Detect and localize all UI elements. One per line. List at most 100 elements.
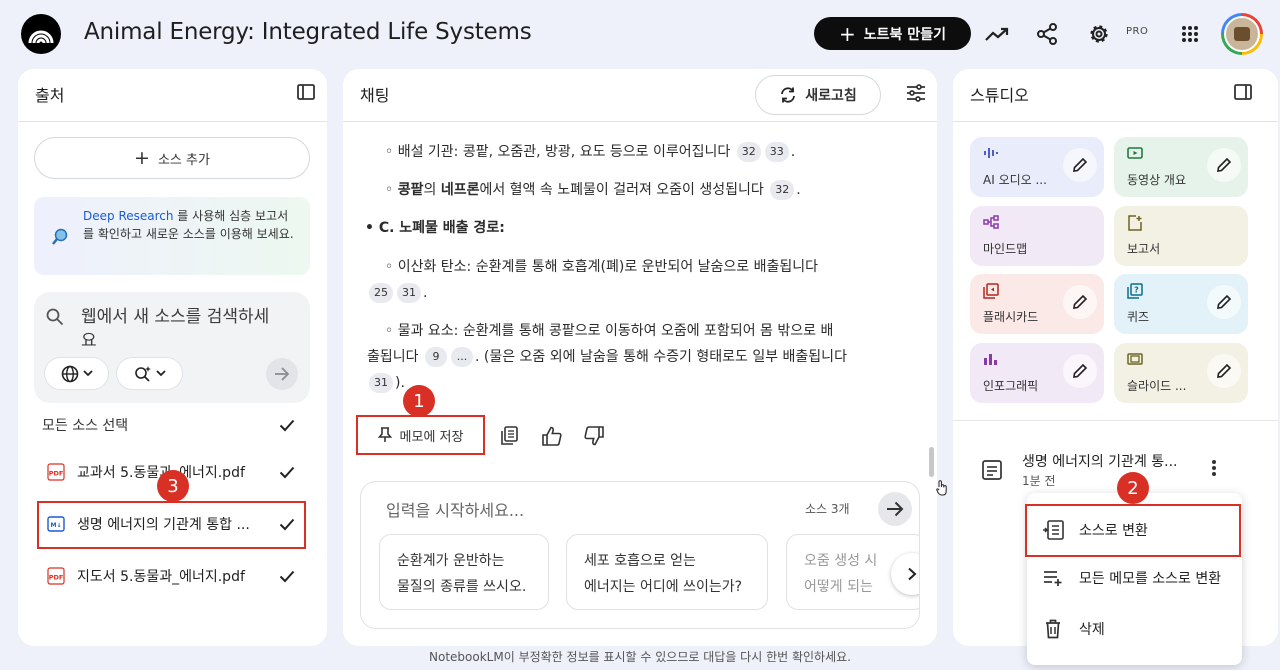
research-mode-dropdown[interactable] (116, 357, 183, 390)
suggested-question-chip[interactable]: 세포 호흡으로 얻는 에너지는 어디에 쓰이는가? (566, 534, 768, 610)
note-title[interactable]: 생명 에너지의 기관계 통... (1022, 451, 1178, 471)
citation-chip[interactable]: 31 (369, 373, 393, 393)
chat-response-line: 31). (367, 371, 405, 395)
step-badge-3: 3 (157, 470, 189, 502)
chat-response-line: ◦ 콩팥의 네프론에서 혈액 속 노폐물이 걸러져 오줌이 생성됩니다 32. (385, 180, 801, 200)
source-item[interactable]: PDF 지도서 5.동물과_에너지.pdf (18, 555, 327, 595)
studio-panel-title: 스튜디오 (970, 86, 1029, 105)
search-sparkle-icon (134, 365, 152, 383)
panel-divider (18, 121, 327, 122)
sources-panel: 출처 + 소스 추가 Deep Research 를 사용해 심층 보고서를 확… (18, 69, 327, 646)
chat-response-line: 출됩니다 9.... (물은 오줌 외에 날숨을 통해 수증기 형태로도 일부 … (367, 347, 847, 367)
step-badge-1: 1 (403, 385, 435, 417)
chat-input[interactable]: 입력을 시작하세요... (386, 497, 524, 521)
send-button[interactable] (878, 492, 912, 526)
apps-grid-icon[interactable] (1176, 20, 1204, 48)
studio-tile-slides[interactable]: 슬라이드 ... (1114, 343, 1248, 403)
add-source-button[interactable]: + 소스 추가 (34, 137, 310, 179)
menu-item-delete[interactable]: 삭제 (1027, 604, 1242, 654)
citation-chip[interactable]: 32 (770, 180, 795, 200)
thumbs-down-icon[interactable] (583, 425, 605, 447)
globe-icon (61, 365, 79, 383)
refresh-button[interactable]: 새로고침 (755, 75, 881, 115)
svg-text:PDF: PDF (49, 574, 64, 582)
collapse-panel-icon[interactable] (1234, 84, 1252, 100)
citation-chip[interactable]: 25 (369, 283, 393, 303)
thumbs-up-icon[interactable] (541, 425, 563, 447)
playlist-add-icon (1027, 569, 1079, 587)
chat-response-line: ◦ 배설 기관: 콩팥, 오줌관, 방광, 요도 등으로 이루어집니다 32 33… (385, 142, 796, 162)
mindmap-icon (983, 215, 999, 229)
chat-response-line: 25 31. (367, 281, 427, 305)
studio-tile-infographic[interactable]: 인포그래픽 (970, 343, 1104, 403)
studio-tile-video[interactable]: 동영상 개요 (1114, 137, 1248, 197)
user-avatar[interactable] (1221, 13, 1263, 55)
studio-tile-quiz[interactable]: ? 퀴즈 (1114, 274, 1248, 334)
chevron-down-icon (155, 370, 166, 377)
quiz-icon: ? (1127, 283, 1143, 299)
notebooklm-logo-icon[interactable] (21, 14, 61, 54)
edit-pencil-icon[interactable] (1207, 285, 1241, 319)
studio-tile-report[interactable]: 보고서 (1114, 206, 1248, 266)
source-checkbox[interactable] (277, 566, 297, 586)
menu-item-convert-all-notes[interactable]: 모든 메모를 소스로 변환 (1027, 553, 1242, 603)
edit-pencil-icon[interactable] (1063, 285, 1097, 319)
suggested-question-chip[interactable]: 순환계가 운반하는 물질의 종류를 쓰시오. (379, 534, 549, 610)
citation-chip[interactable]: 32 (736, 142, 761, 162)
chat-panel: 채팅 새로고침 ◦ 배설 기관: 콩팥, 오줌관, 방광, 요도 등으로 이루어… (343, 69, 937, 646)
web-source-dropdown[interactable] (44, 357, 109, 390)
search-input[interactable]: 웹에서 새 소스를 검색하세요 (81, 305, 281, 353)
chat-response-line: ◦ 이산화 탄소: 순환계를 통해 호흡계(폐)로 운반되어 날숨으로 배출됩니… (385, 259, 819, 275)
infographic-icon (983, 352, 999, 366)
trash-icon (1027, 619, 1079, 639)
chat-response-line: ◦ 물과 요소: 순환계를 통해 콩팥으로 이동하여 오줌에 포함되어 몸 밖으… (385, 323, 834, 339)
chevron-right-icon (908, 567, 917, 581)
deep-research-banner[interactable]: Deep Research 를 사용해 심층 보고서를 확인하고 새로운 소스를… (34, 197, 310, 275)
citation-chip[interactable]: ... (450, 347, 473, 367)
chat-response-heading: • C. 노폐물 배출 경로: (365, 220, 505, 236)
select-all-sources-label: 모든 소스 선택 (42, 418, 129, 434)
web-source-search-box[interactable]: 웹에서 새 소스를 검색하세요 (34, 292, 310, 403)
edit-pencil-icon[interactable] (1063, 354, 1097, 388)
studio-tile-flashcard[interactable]: 플래시카드 (970, 274, 1104, 334)
pdf-icon: PDF (47, 567, 65, 585)
refresh-label: 새로고침 (805, 88, 857, 104)
note-timestamp: 1분 전 (1022, 474, 1056, 488)
panel-divider (953, 121, 1278, 122)
studio-tile-mindmap[interactable]: 마인드맵 (970, 206, 1104, 266)
more-vert-icon[interactable] (1211, 458, 1217, 478)
create-notebook-button[interactable]: + 노트북 만들기 (814, 17, 971, 50)
citation-chip[interactable]: 33 (764, 142, 789, 162)
magnifier-icon (51, 228, 69, 246)
citation-chip[interactable]: 31 (397, 283, 421, 303)
studio-tile-audio[interactable]: AI 오디오 ... (970, 137, 1104, 197)
copy-icon[interactable] (498, 425, 520, 447)
create-notebook-label: 노트북 만들기 (863, 26, 946, 43)
deep-research-link[interactable]: Deep Research (83, 209, 173, 223)
select-all-checkbox[interactable] (277, 415, 297, 435)
edit-pencil-icon[interactable] (1207, 148, 1241, 182)
chat-input-box[interactable]: 입력을 시작하세요... 소스 3개 순환계가 운반하는 물질의 종류를 쓰시오.… (360, 481, 920, 629)
chat-settings-tune-icon[interactable] (906, 84, 926, 102)
pdf-icon: PDF (47, 463, 65, 481)
chat-scrollbar[interactable] (929, 447, 934, 477)
panel-divider (343, 121, 937, 122)
plus-icon: + (839, 21, 856, 46)
highlight-box-convert (1025, 504, 1241, 557)
edit-pencil-icon[interactable] (1207, 354, 1241, 388)
pro-badge: PRO (1126, 26, 1149, 37)
note-icon (982, 460, 1002, 480)
disclaimer-text: NotebookLM이 부정확한 정보를 표시할 수 있으므로 대답을 다시 한… (429, 650, 851, 664)
search-submit-button[interactable] (266, 358, 298, 390)
settings-gear-icon[interactable] (1085, 20, 1113, 48)
source-checkbox[interactable] (277, 462, 297, 482)
collapse-panel-icon[interactable] (297, 84, 315, 100)
notebook-title[interactable]: Animal Energy: Integrated Life Systems (84, 19, 532, 45)
sources-panel-title: 출처 (35, 86, 65, 105)
analytics-icon[interactable] (983, 20, 1011, 48)
edit-pencil-icon[interactable] (1063, 148, 1097, 182)
source-item-label: 지도서 5.동물과_에너지.pdf (77, 569, 245, 585)
share-icon[interactable] (1033, 20, 1061, 48)
refresh-icon (781, 87, 796, 103)
citation-chip[interactable]: 9 (424, 347, 447, 367)
